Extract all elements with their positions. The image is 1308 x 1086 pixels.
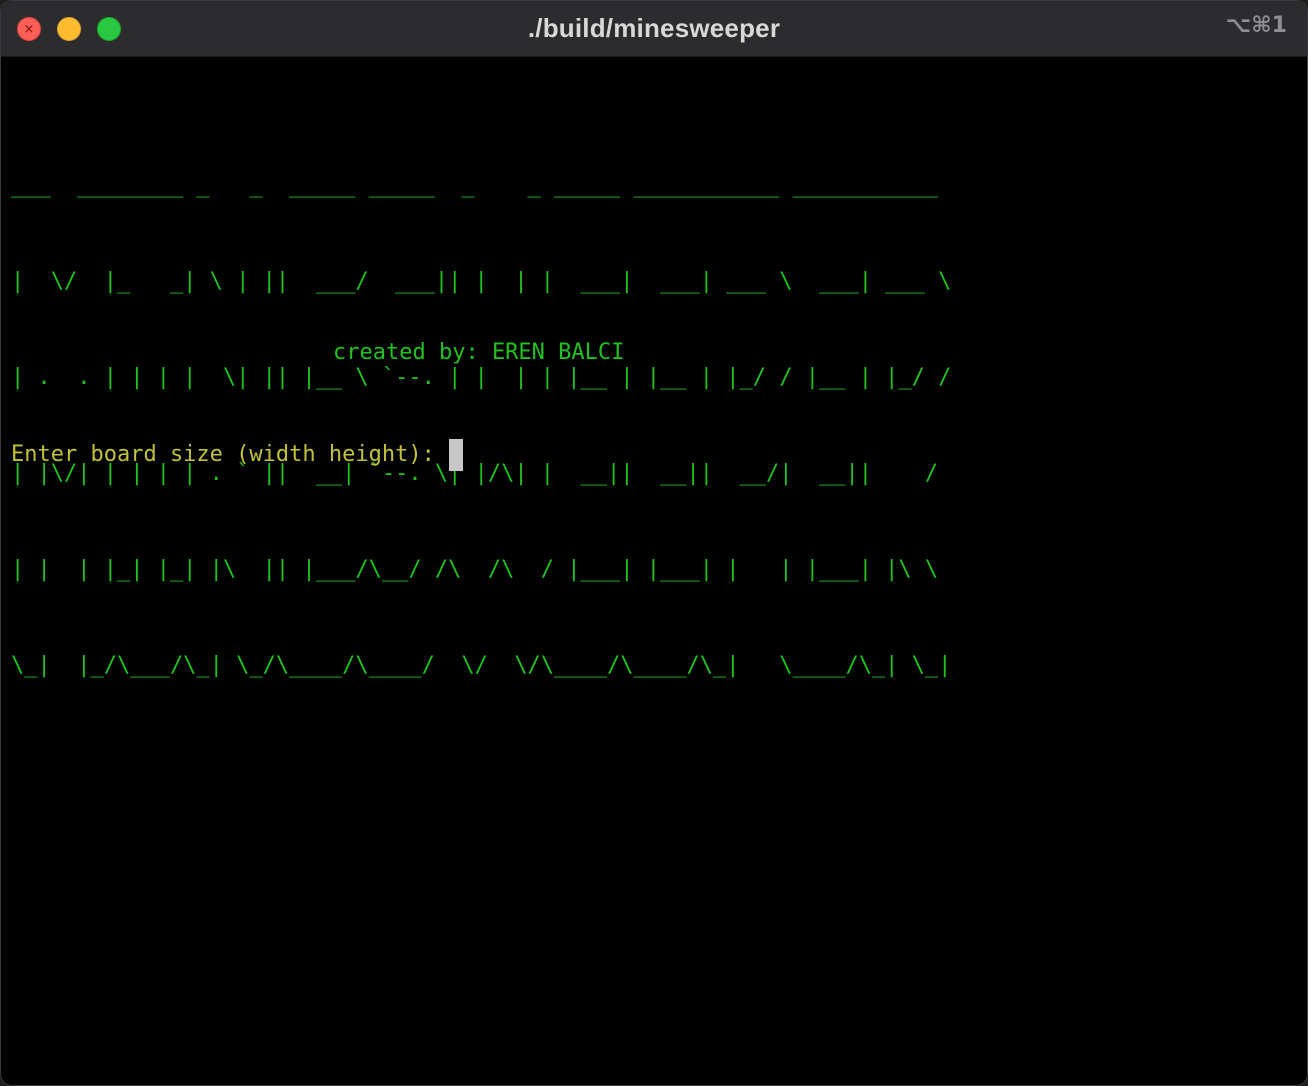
window-shortcut-label: ⌥⌘1 (1225, 13, 1287, 38)
terminal-output[interactable]: ___ ________ _ _ _____ _____ _ _ _____ _… (1, 57, 1307, 1085)
window-title: ./build/minesweeper (527, 13, 781, 43)
text-cursor[interactable] (448, 439, 463, 471)
prompt-text: Enter board size (width height): (11, 442, 435, 467)
ascii-banner-line: | \/ |_ _| \ | || ___/ ___|| | | | ___| … (11, 269, 952, 294)
ascii-banner-line: \_| |_/\___/\_| \_/\____/\____/ \/ \/\__… (11, 653, 952, 678)
ascii-banner: ___ ________ _ _ _____ _____ _ _ _____ _… (11, 106, 951, 746)
credit-line: created by: EREN BALCI (333, 340, 625, 365)
ascii-banner-line: | | | |_| |_| |\ || |___/\__/ /\ /\ / |_… (11, 557, 939, 582)
ascii-banner-line: ___ ________ _ _ _____ _____ _ _ _____ _… (11, 173, 939, 198)
board-size-prompt: Enter board size (width height): (11, 439, 463, 471)
terminal-window: × ./build/minesweeper ⌥⌘1 ___ ________ _… (0, 0, 1308, 1086)
title-bar: × ./build/minesweeper ⌥⌘1 (1, 1, 1307, 57)
